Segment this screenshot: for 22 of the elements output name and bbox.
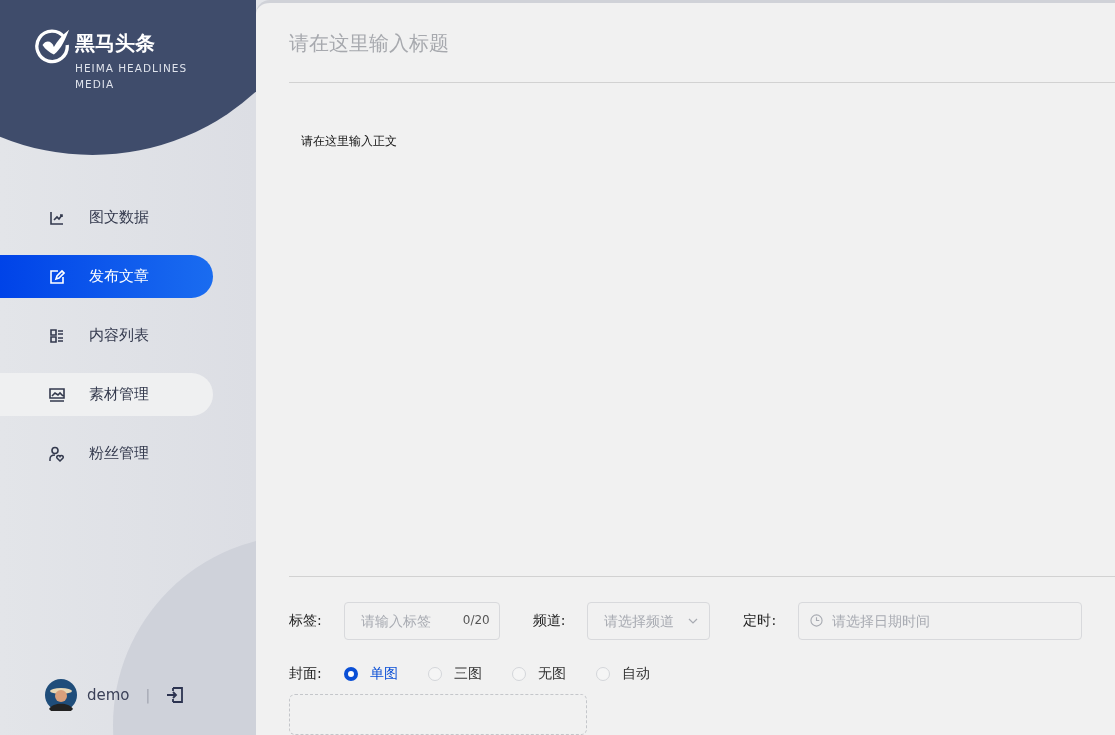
nav-item[interactable]: 素材管理 [0, 373, 213, 416]
nav-item[interactable]: 发布文章 [0, 255, 213, 298]
title-field[interactable]: 请在这里输入标题 [289, 3, 1089, 82]
nav-item[interactable]: 图文数据 [0, 196, 213, 239]
field-label: 标签: [289, 612, 322, 631]
date-time-field[interactable]: 请选择日期时间 [798, 602, 1083, 641]
radio-option[interactable]: 自动 [595, 664, 650, 683]
radio-option[interactable]: 三图 [427, 664, 482, 683]
field-label: 定时: [743, 612, 777, 631]
body-placeholder[interactable]: 请在这里输入正文 [301, 134, 397, 148]
field-label: 频道: [532, 612, 566, 631]
brand-name: 黑马头条 [75, 30, 156, 57]
radio-option[interactable]: 单图 [343, 664, 398, 683]
separator: | [145, 687, 151, 703]
nav-item[interactable]: 内容列表 [0, 314, 213, 357]
character-counter: 0/20 [462, 613, 490, 628]
user-name: demo [87, 686, 130, 704]
channel-select[interactable]: 请选择频道 [587, 602, 711, 641]
nav-item[interactable]: 粉丝管理 [0, 432, 213, 475]
radio-option[interactable]: 无图 [511, 664, 566, 683]
field-label: 封面: [289, 664, 322, 683]
brand-subtitle: HEIMA HEADLINES MEDIA [75, 61, 189, 92]
